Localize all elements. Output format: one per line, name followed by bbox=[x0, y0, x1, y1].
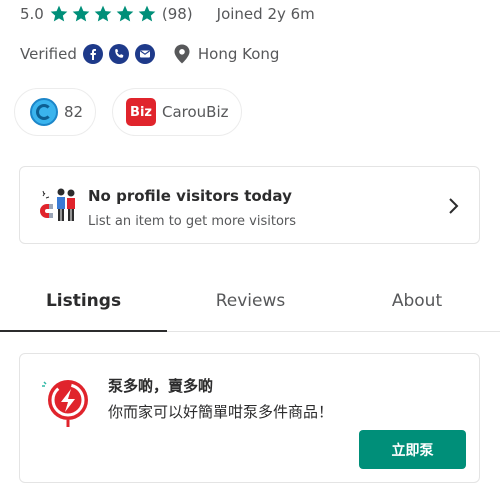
star-icon bbox=[50, 5, 68, 22]
verified-label: Verified bbox=[20, 45, 77, 63]
phone-icon bbox=[108, 44, 129, 64]
profile-visitors-card[interactable]: No profile visitors today List an item t… bbox=[19, 166, 480, 244]
coins-count: 82 bbox=[64, 103, 84, 121]
visitors-subtitle: List an item to get more visitors bbox=[88, 214, 297, 229]
profile-tabs: Listings Reviews About bbox=[0, 270, 500, 332]
location-label: Hong Kong bbox=[197, 45, 280, 63]
active-tab-indicator bbox=[0, 330, 167, 332]
caroubiz-badge[interactable]: Biz CarouBiz bbox=[112, 88, 242, 136]
bump-lightning-icon bbox=[42, 380, 88, 427]
promo-text: 你而家可以好簡單咁泵多件商品！ bbox=[108, 403, 334, 421]
bump-now-button[interactable]: 立即泵 bbox=[359, 430, 466, 469]
star-icon bbox=[94, 5, 112, 22]
biz-icon: Biz bbox=[126, 98, 156, 126]
verified-row: Verified Hong Kong bbox=[20, 42, 279, 66]
bump-promo-card: 泵多啲，賣多啲 你而家可以好簡單咁泵多件商品！ 立即泵 bbox=[19, 353, 480, 483]
location-pin-icon bbox=[174, 44, 190, 64]
rating-stars bbox=[49, 4, 157, 24]
tab-listings[interactable]: Listings bbox=[0, 270, 167, 332]
coins-badge[interactable]: 82 bbox=[14, 88, 96, 136]
star-icon bbox=[116, 5, 134, 22]
chevron-right-icon bbox=[449, 198, 459, 214]
rating-row: 5.0 (98) Joined 2y 6m bbox=[20, 3, 315, 25]
star-icon bbox=[138, 5, 156, 22]
coin-icon bbox=[30, 98, 58, 126]
email-icon bbox=[134, 44, 155, 64]
tab-reviews[interactable]: Reviews bbox=[167, 270, 334, 332]
star-icon bbox=[72, 5, 90, 22]
rating-value: 5.0 bbox=[20, 5, 44, 23]
caroubiz-label: CarouBiz bbox=[162, 103, 229, 121]
joined-duration: Joined 2y 6m bbox=[216, 5, 315, 23]
review-count[interactable]: (98) bbox=[162, 5, 193, 23]
tab-about[interactable]: About bbox=[334, 270, 500, 332]
location: Hong Kong bbox=[173, 44, 280, 64]
facebook-icon bbox=[82, 44, 103, 64]
visitors-title: No profile visitors today bbox=[88, 187, 292, 205]
promo-title: 泵多啲，賣多啲 bbox=[108, 377, 214, 395]
magnet-people-icon bbox=[40, 188, 75, 221]
